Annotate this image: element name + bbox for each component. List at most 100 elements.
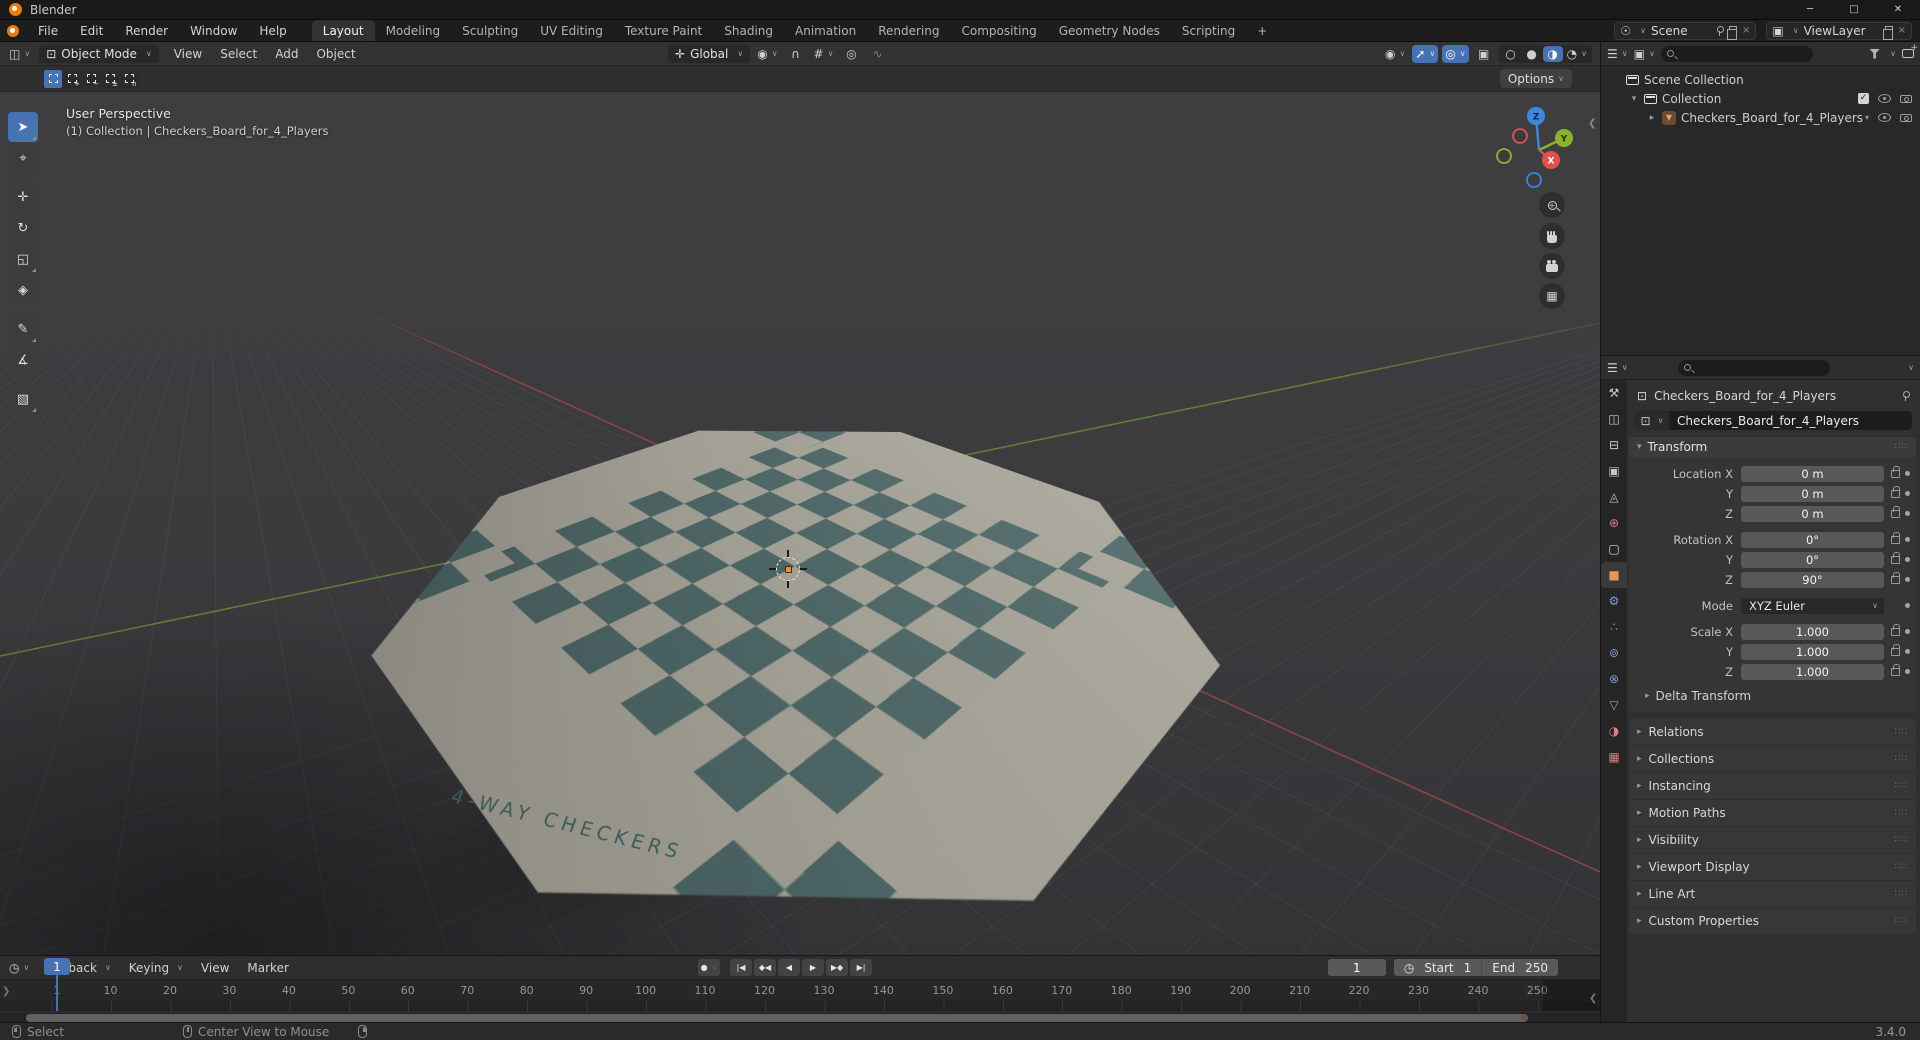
pin-id-icon[interactable] bbox=[1900, 391, 1910, 401]
tool-button[interactable]: ◈ bbox=[8, 275, 38, 305]
overlays-toggle[interactable]: ◎ ∨ bbox=[1442, 44, 1469, 63]
properties-tab[interactable]: ▽ bbox=[1601, 692, 1627, 718]
current-frame-chip[interactable]: 1 bbox=[44, 958, 70, 975]
window-control-button[interactable]: □ bbox=[1832, 0, 1876, 19]
auto-keying-button[interactable]: ● ∨ bbox=[698, 959, 720, 976]
properties-tab[interactable]: ⊕ bbox=[1601, 510, 1627, 536]
shading-solid-button[interactable]: ● bbox=[1522, 46, 1542, 62]
shading-material-button[interactable]: ◑ bbox=[1542, 45, 1563, 62]
viewport-menu-item[interactable]: Add bbox=[266, 47, 307, 61]
lock-icon[interactable] bbox=[1891, 571, 1900, 584]
transport-button[interactable]: ◀ bbox=[778, 959, 800, 976]
end-frame-field[interactable]: End 250 bbox=[1482, 959, 1558, 976]
transform-value-field[interactable]: 0° bbox=[1741, 551, 1884, 568]
menu-item[interactable]: Help bbox=[248, 20, 297, 41]
menu-item[interactable]: Window bbox=[179, 20, 248, 41]
close-icon[interactable]: × bbox=[1898, 25, 1906, 36]
timeline-ruler[interactable]: 1102030405060708090100110120130140150160… bbox=[0, 980, 1600, 1001]
snap-with-dropdown[interactable]: # ∨ bbox=[811, 45, 837, 63]
properties-tab[interactable]: ▦ bbox=[1601, 744, 1627, 770]
lock-icon[interactable] bbox=[1891, 465, 1900, 478]
transform-value-field[interactable]: 1.000 bbox=[1741, 663, 1884, 680]
lock-icon[interactable] bbox=[1891, 505, 1900, 518]
viewlayer-selector[interactable]: ▣ ∨ ViewLayer × bbox=[1766, 21, 1912, 40]
outliner-search-input[interactable] bbox=[1677, 47, 1807, 60]
properties-tab[interactable]: ⊗ bbox=[1601, 666, 1627, 692]
shading-wireframe-button[interactable]: ○ bbox=[1501, 46, 1521, 62]
collapsed-panel[interactable]: ▸ Instancing ∷∷ bbox=[1629, 773, 1916, 799]
workspace-tab[interactable]: Scripting bbox=[1171, 20, 1246, 41]
xray-toggle[interactable]: ▣ bbox=[1473, 45, 1495, 63]
properties-tab[interactable]: ⚒ bbox=[1601, 380, 1627, 406]
timeline-menu-item[interactable]: Marker bbox=[238, 956, 297, 979]
workspace-tab[interactable]: Shading bbox=[713, 20, 784, 41]
properties-tab[interactable]: ◬ bbox=[1601, 484, 1627, 510]
show-object-types-dropdown[interactable]: ◉ ∨ bbox=[1382, 45, 1408, 63]
timeline-ticks[interactable] bbox=[0, 1001, 1600, 1011]
zoom-button[interactable]: + bbox=[1539, 192, 1565, 218]
new-collection-button[interactable] bbox=[1902, 43, 1918, 58]
timeline-editor-type[interactable]: ◷ ∨ bbox=[4, 961, 34, 975]
close-icon[interactable]: × bbox=[1742, 25, 1750, 36]
perspective-toggle-button[interactable]: ▦ bbox=[1539, 283, 1565, 309]
tool-button[interactable]: ▧ bbox=[8, 384, 38, 414]
outliner-row[interactable]: ▸ ▼ Checkers_Board_for_4_Players ▾ bbox=[1601, 108, 1920, 127]
workspace-tab[interactable]: Animation bbox=[784, 20, 867, 41]
properties-editor-type[interactable]: ☰ ∨ bbox=[1607, 361, 1628, 375]
scrollbar-thumb[interactable] bbox=[26, 1014, 1528, 1022]
transform-value-field[interactable]: 0 m bbox=[1741, 465, 1884, 482]
window-control-button[interactable]: ✕ bbox=[1876, 0, 1920, 19]
expand-arrow-icon[interactable]: ▸ bbox=[1647, 113, 1657, 123]
outliner-filter-type[interactable]: ▣ ∨ bbox=[1634, 47, 1655, 61]
tool-button[interactable]: ↻ bbox=[8, 213, 38, 243]
chevron-down-icon[interactable]: ∨ bbox=[1908, 363, 1914, 372]
select-mode-button[interactable]: ± bbox=[101, 69, 119, 88]
camera-view-button[interactable] bbox=[1539, 253, 1565, 279]
transport-button[interactable]: ▶ bbox=[802, 959, 824, 976]
workspace-tab[interactable]: Modeling bbox=[375, 20, 452, 41]
delta-transform-panel[interactable]: ▸ Delta Transform bbox=[1629, 681, 1916, 705]
tool-button[interactable]: ◱ bbox=[8, 244, 38, 274]
editor-type-button[interactable]: ◫ ∨ bbox=[4, 47, 35, 61]
menu-item[interactable]: File bbox=[27, 20, 69, 41]
new-scene-icon[interactable] bbox=[1727, 26, 1738, 40]
viewport-menu-item[interactable]: Object bbox=[307, 47, 364, 61]
lock-icon[interactable] bbox=[1891, 663, 1900, 676]
properties-tab[interactable]: ∴ bbox=[1601, 614, 1627, 640]
gizmos-toggle[interactable]: ➚ ∨ bbox=[1412, 44, 1439, 63]
lock-icon[interactable] bbox=[1891, 551, 1900, 564]
pin-icon[interactable] bbox=[1714, 25, 1725, 36]
animate-dot[interactable] bbox=[1905, 557, 1910, 562]
select-mode-button[interactable]: + bbox=[63, 69, 81, 88]
lock-icon[interactable] bbox=[1891, 623, 1900, 636]
proportional-editing-toggle[interactable]: ◎ bbox=[840, 45, 862, 63]
collapsed-panel[interactable]: ▸ Line Art ∷∷ bbox=[1629, 881, 1916, 907]
transport-button[interactable]: |◀ bbox=[730, 959, 752, 976]
workspace-tab[interactable]: Sculpting bbox=[451, 20, 529, 41]
animate-dot[interactable] bbox=[1905, 629, 1910, 634]
workspace-tab[interactable]: UV Editing bbox=[529, 20, 614, 41]
select-mode-button[interactable]: − bbox=[82, 69, 100, 88]
scene-selector[interactable]: ☉ ∨ Scene × bbox=[1614, 21, 1757, 40]
tool-button[interactable]: ✛ bbox=[8, 182, 38, 212]
menu-item[interactable]: Edit bbox=[69, 20, 114, 41]
animate-dot[interactable] bbox=[1905, 491, 1910, 496]
properties-tab[interactable]: ◑ bbox=[1601, 718, 1627, 744]
lock-icon[interactable] bbox=[1891, 643, 1900, 656]
workspace-tab[interactable]: Rendering bbox=[867, 20, 950, 41]
animate-dot[interactable] bbox=[1905, 649, 1910, 654]
current-frame-field[interactable]: 1 bbox=[1327, 959, 1386, 976]
viewport-menu-item[interactable]: View bbox=[165, 47, 211, 61]
collapsed-panel[interactable]: ▸ Visibility ∷∷ bbox=[1629, 827, 1916, 853]
blender-menu-icon[interactable] bbox=[7, 24, 19, 37]
options-button[interactable]: Options ∨ bbox=[1499, 69, 1572, 88]
window-control-button[interactable]: ─ bbox=[1788, 0, 1832, 19]
outliner-row[interactable]: ▾ Collection ✓ bbox=[1601, 89, 1920, 108]
transform-orientation-dropdown[interactable]: ✛ Global ∨ bbox=[668, 44, 751, 63]
lock-icon[interactable] bbox=[1891, 531, 1900, 544]
collapsed-panel[interactable]: ▸ Relations ∷∷ bbox=[1629, 719, 1916, 745]
viewport-menu-item[interactable]: Select bbox=[211, 47, 266, 61]
navigation-gizmo[interactable]: Z Y X bbox=[1496, 104, 1584, 196]
select-mode-button[interactable]: ∩ bbox=[120, 69, 138, 88]
collapse-arrow-icon[interactable]: ❮ bbox=[1589, 993, 1597, 1004]
